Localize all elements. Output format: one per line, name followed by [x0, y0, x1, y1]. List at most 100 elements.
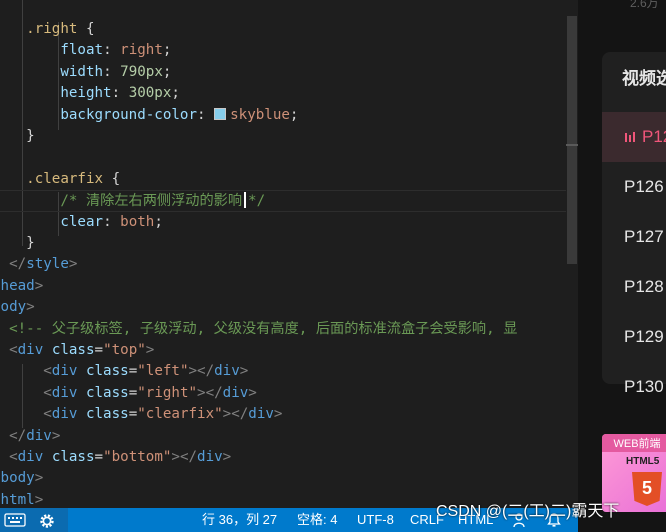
- code-token: div: [214, 363, 240, 380]
- code-token: width: [60, 63, 104, 80]
- code-token: <: [9, 342, 18, 358]
- code-token: div: [51, 384, 78, 401]
- code-editor[interactable]: .right { float: right; width: 790px; hei…: [0, 0, 578, 508]
- code-token: {: [77, 21, 95, 37]
- code-token: height: [60, 85, 112, 102]
- code-line[interactable]: /body>: [0, 468, 43, 489]
- code-line[interactable]: height: 300px;: [0, 83, 180, 104]
- code-token: :: [103, 213, 121, 230]
- cursor-position[interactable]: 行 36，列 27: [202, 508, 277, 532]
- indent-setting[interactable]: 空格: 4: [297, 508, 337, 532]
- code-token: ></: [197, 384, 223, 401]
- code-token: >: [34, 470, 44, 487]
- gear-icon[interactable]: [38, 512, 56, 530]
- code-token: <: [9, 449, 18, 465]
- code-token: "clearfix": [137, 406, 223, 423]
- thumbnail-label: HTML5: [626, 456, 660, 467]
- code-token: ;: [289, 106, 299, 123]
- code-token: </: [9, 256, 27, 273]
- video-sidebar: 2.6万 视频选集 P125 P126 P127 P128 P129 P130 WEB前端…: [578, 0, 666, 532]
- code-line[interactable]: <div class="clearfix"></div>: [0, 404, 282, 425]
- view-count: 2.6万: [630, 0, 659, 10]
- episode-item[interactable]: P126: [602, 162, 666, 212]
- code-token: div: [197, 449, 223, 465]
- code-token: style: [26, 256, 69, 273]
- html5-logo-icon: 5: [632, 472, 662, 506]
- code-line[interactable]: float: right;: [0, 40, 171, 61]
- episode-item[interactable]: P129: [602, 312, 666, 362]
- code-line[interactable]: clear: both;: [0, 212, 163, 233]
- code-token: class: [51, 342, 95, 358]
- code-token: 790px: [120, 63, 163, 80]
- code-token: >: [248, 384, 257, 401]
- code-line[interactable]: .right {: [0, 19, 95, 40]
- scrollbar-thumb[interactable]: [567, 16, 577, 264]
- code-token: :: [103, 42, 121, 59]
- code-line[interactable]: body>: [0, 297, 35, 318]
- code-line[interactable]: width: 790px;: [0, 62, 171, 83]
- thumbnail-top-label: WEB前端: [602, 434, 666, 452]
- code-token: "right": [137, 384, 198, 401]
- episode-label: P130: [624, 377, 664, 396]
- code-line[interactable]: <!-- 父子级标签, 子级浮动, 父级没有高度, 后面的标准流盒子会受影响, …: [0, 319, 517, 340]
- code-token: "bottom": [103, 449, 172, 465]
- code-token: float: [60, 42, 104, 59]
- code-token: */: [248, 193, 266, 210]
- code-token: }: [26, 235, 35, 251]
- code-line[interactable]: }: [0, 126, 35, 147]
- code-token: =: [94, 449, 104, 465]
- code-line[interactable]: /head>: [0, 276, 43, 297]
- code-line[interactable]: }: [0, 233, 35, 254]
- code-token: ></: [188, 363, 215, 380]
- scrollbar-marker: [566, 144, 578, 146]
- code-token: class: [85, 406, 129, 423]
- code-line[interactable]: </style>: [0, 254, 77, 275]
- code-token: ></: [222, 406, 249, 423]
- color-swatch-icon[interactable]: [214, 107, 227, 120]
- episode-item[interactable]: P130: [602, 362, 666, 412]
- text-cursor: [244, 192, 247, 209]
- code-token: div: [26, 427, 52, 444]
- code-line[interactable]: <div class="top">: [0, 340, 154, 361]
- code-token: >: [68, 256, 78, 273]
- code-line[interactable]: </div>: [0, 426, 60, 447]
- episode-label: P127: [624, 227, 664, 246]
- episode-item[interactable]: P125: [602, 112, 666, 162]
- code-line[interactable]: <div class="left"></div>: [0, 361, 248, 382]
- code-line[interactable]: /html>: [0, 490, 43, 508]
- code-token: <: [43, 406, 52, 423]
- code-line[interactable]: background-color: skyblue;: [0, 105, 298, 126]
- code-token: ;: [154, 213, 163, 230]
- episode-item[interactable]: P127: [602, 212, 666, 262]
- playing-icon: [625, 132, 635, 142]
- code-token: {: [103, 170, 121, 187]
- code-token: html: [0, 491, 35, 508]
- code-token: "top": [103, 342, 146, 358]
- code-line[interactable]: .clearfix {: [0, 169, 120, 190]
- code-token: skyblue: [230, 106, 290, 123]
- code-token: }: [26, 128, 35, 144]
- episode-item[interactable]: P128: [602, 262, 666, 312]
- playlist-card: 视频选集 P125 P126 P127 P128 P129 P130: [602, 52, 666, 396]
- code-token: </: [9, 427, 27, 444]
- code-token: =: [128, 406, 138, 423]
- code-line[interactable]: /* 清除左右两侧浮动的影响 */: [0, 190, 566, 212]
- code-token: class: [85, 384, 129, 401]
- code-token: <!-- 父子级标签, 子级浮动, 父级没有高度, 后面的标准流盒子会受影响, …: [9, 320, 518, 337]
- episode-label: P128: [624, 277, 664, 296]
- code-line[interactable]: <div class="right"></div>: [0, 383, 257, 404]
- keyboard-icon[interactable]: [4, 512, 26, 528]
- code-token: :: [197, 106, 215, 123]
- code-token: body: [0, 299, 27, 316]
- code-line[interactable]: <div class="bottom"></div>: [0, 447, 231, 468]
- csdn-watermark: CSDN @(二(工)二)霸天下: [436, 503, 620, 520]
- encoding-setting[interactable]: UTF-8: [357, 508, 394, 532]
